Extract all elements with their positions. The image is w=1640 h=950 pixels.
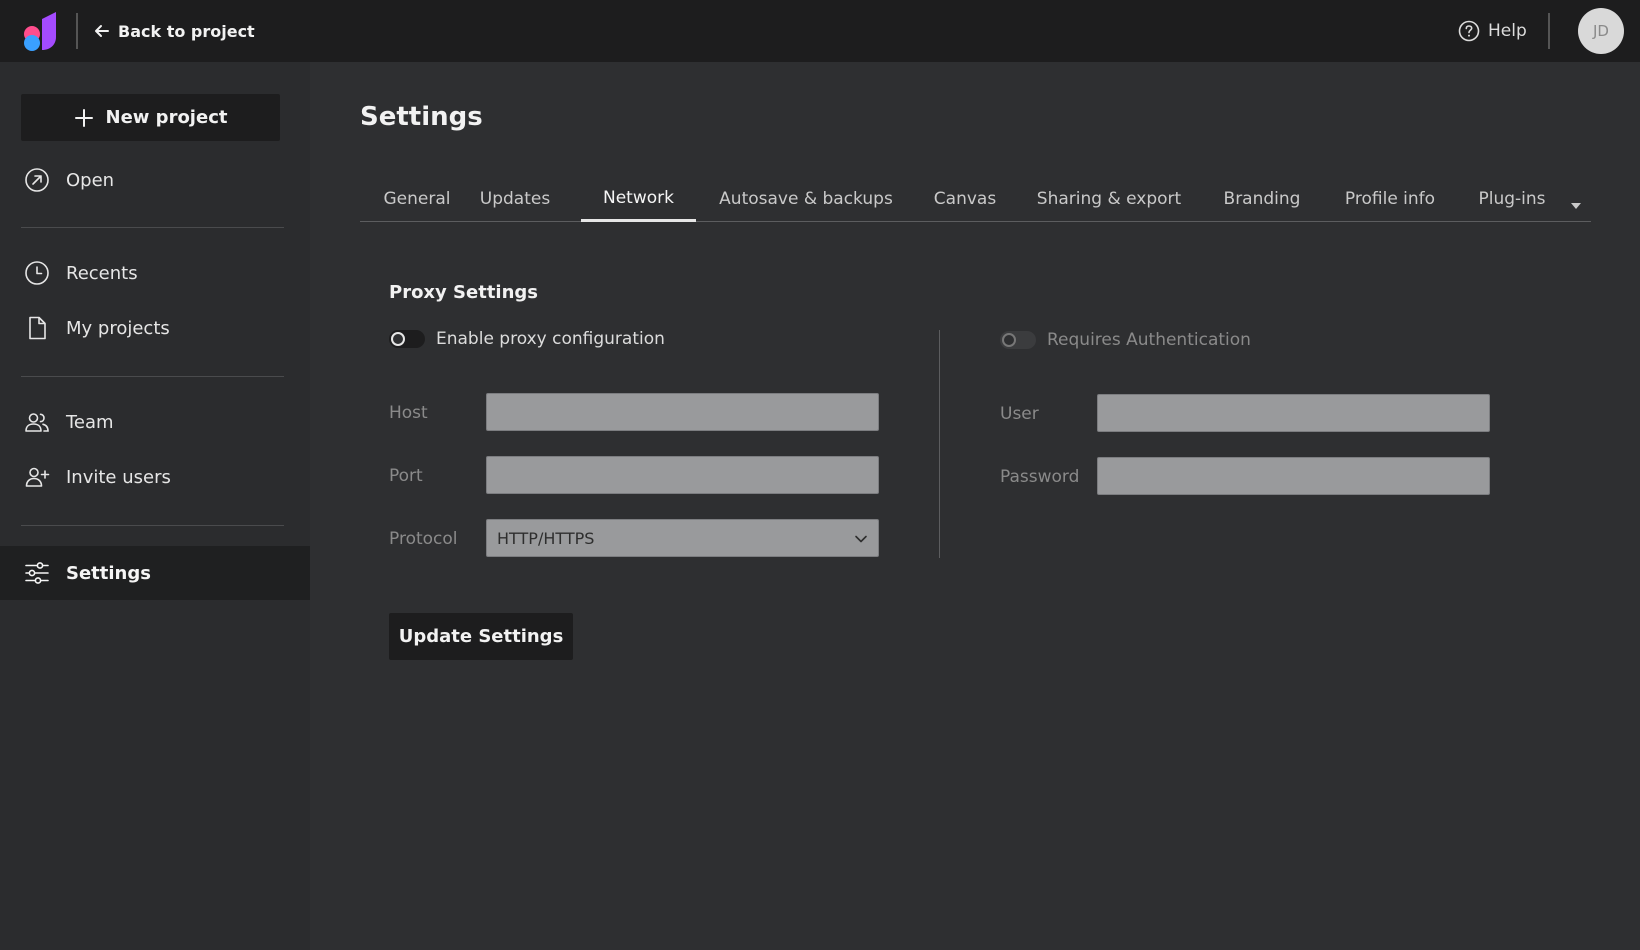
help-circle-icon xyxy=(1458,20,1480,42)
new-project-label: New project xyxy=(105,107,228,128)
sidebar-item-label: Recents xyxy=(66,262,138,284)
add-user-icon xyxy=(25,467,50,487)
sidebar-divider xyxy=(21,227,284,228)
back-to-project-label: Back to project xyxy=(118,21,255,41)
topbar-divider xyxy=(76,13,78,49)
tabs-more-icon[interactable] xyxy=(1568,198,1584,214)
user-input[interactable] xyxy=(1097,394,1490,432)
requires-authentication-toggle[interactable] xyxy=(1000,331,1036,349)
tab-sharing-export[interactable]: Sharing & export xyxy=(1034,176,1184,222)
back-to-project-link[interactable]: Back to project xyxy=(94,18,255,44)
open-arrow-icon xyxy=(25,168,49,192)
enable-proxy-toggle[interactable] xyxy=(389,330,425,348)
password-label: Password xyxy=(1000,467,1080,487)
requires-authentication-label: Requires Authentication xyxy=(1047,330,1251,350)
sidebar-item-label: Invite users xyxy=(66,466,171,488)
sidebar-item-open[interactable]: Open xyxy=(0,153,310,207)
port-label: Port xyxy=(389,466,423,486)
tab-profile-info[interactable]: Profile info xyxy=(1341,176,1439,222)
tab-updates[interactable]: Updates xyxy=(476,176,554,222)
tab-network[interactable]: Network xyxy=(581,176,696,222)
team-icon xyxy=(25,413,49,432)
clock-icon xyxy=(25,261,49,285)
sidebar-item-invite-users[interactable]: Invite users xyxy=(0,450,310,504)
protocol-select-value: HTTP/HTTPS xyxy=(497,528,595,548)
file-icon xyxy=(29,316,46,340)
host-label: Host xyxy=(389,403,428,423)
topbar-divider-right xyxy=(1548,13,1550,49)
help-link[interactable]: Help xyxy=(1458,18,1527,44)
update-settings-button[interactable]: Update Settings xyxy=(389,613,573,660)
enable-proxy-label: Enable proxy configuration xyxy=(436,329,665,349)
sidebar: New project Open Recents My projects Tea… xyxy=(0,62,310,950)
port-input[interactable] xyxy=(486,456,879,494)
app-logo[interactable] xyxy=(22,11,60,51)
tab-canvas[interactable]: Canvas xyxy=(932,176,998,222)
sidebar-item-label: Settings xyxy=(66,562,151,584)
tab-general[interactable]: General xyxy=(380,176,454,222)
user-label: User xyxy=(1000,404,1039,424)
sidebar-divider xyxy=(21,376,284,377)
sidebar-item-team[interactable]: Team xyxy=(0,395,310,449)
sidebar-item-my-projects[interactable]: My projects xyxy=(0,301,310,355)
sidebar-divider xyxy=(21,525,284,526)
plus-icon xyxy=(74,108,93,127)
tab-branding[interactable]: Branding xyxy=(1220,176,1304,222)
column-divider xyxy=(939,330,940,558)
protocol-label: Protocol xyxy=(389,529,458,549)
sidebar-item-settings[interactable]: Settings xyxy=(0,546,310,600)
tab-plug-ins[interactable]: Plug-ins xyxy=(1475,176,1549,222)
settings-tabs: General Updates Network Autosave & backu… xyxy=(360,176,1591,222)
top-bar: Back to project Help JD xyxy=(0,0,1640,62)
help-label: Help xyxy=(1488,21,1527,41)
sidebar-item-recents[interactable]: Recents xyxy=(0,246,310,300)
password-input[interactable] xyxy=(1097,457,1490,495)
new-project-button[interactable]: New project xyxy=(21,94,280,141)
user-avatar[interactable]: JD xyxy=(1578,8,1624,54)
proxy-settings-title: Proxy Settings xyxy=(389,282,539,303)
tab-autosave-backups[interactable]: Autosave & backups xyxy=(716,176,896,222)
host-input[interactable] xyxy=(486,393,879,431)
sliders-icon xyxy=(25,562,49,584)
sidebar-item-label: Team xyxy=(66,411,114,433)
sidebar-item-label: My projects xyxy=(66,317,170,339)
protocol-select[interactable]: HTTP/HTTPS xyxy=(486,519,879,557)
arrow-left-icon xyxy=(95,25,109,37)
sidebar-item-label: Open xyxy=(66,169,115,191)
chevron-down-icon xyxy=(855,535,867,543)
page-title: Settings xyxy=(360,102,483,132)
